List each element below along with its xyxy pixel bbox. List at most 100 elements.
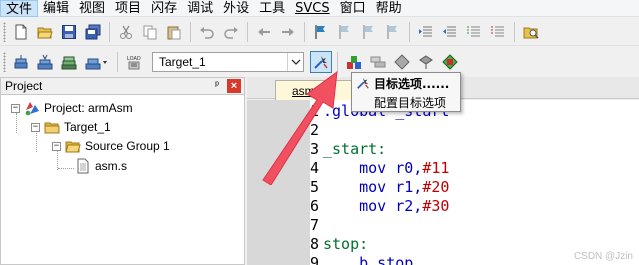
toolbar-separator (409, 21, 410, 42)
popup-item-configure-target[interactable]: 配置目标选项 (352, 93, 460, 111)
tree-item-target[interactable]: − Target_1 (31, 118, 111, 136)
collapse-expander[interactable]: − (11, 103, 20, 113)
toolbar-separator (337, 52, 338, 72)
code-text: b stop (323, 254, 413, 265)
file-toolbar (0, 18, 639, 46)
find-in-files-icon[interactable] (520, 21, 542, 43)
code-token: mov (359, 159, 387, 177)
manage-components-icon[interactable] (343, 51, 365, 73)
toolbar-separator (117, 52, 118, 72)
code-text: _start: (323, 140, 386, 159)
code-token: #30 (422, 197, 450, 215)
line-number: 7 (310, 216, 320, 234)
open-folder-icon[interactable] (34, 21, 56, 43)
collapse-expander[interactable]: − (52, 141, 61, 151)
pack-installer-icon[interactable] (415, 51, 437, 73)
undo-icon[interactable] (196, 21, 218, 43)
target-options-popup: 目标选项...... 配置目标选项 (351, 72, 461, 112)
paste-icon[interactable] (163, 21, 185, 43)
line-number: 3 (310, 140, 320, 158)
code-line[interactable]: 2 (247, 121, 639, 140)
target-label: Target_1 (64, 120, 111, 134)
redo-icon[interactable] (220, 21, 242, 43)
comment-icon[interactable] (463, 21, 485, 43)
code-token: #11 (422, 159, 450, 177)
menu-file[interactable]: 文件 (0, 0, 39, 17)
menu-edit[interactable]: 编辑 (38, 0, 74, 17)
close-icon[interactable]: × (227, 79, 241, 93)
code-line[interactable]: 6 mov r2,#30 (247, 197, 639, 216)
menu-peripherals[interactable]: 外设 (218, 0, 254, 17)
menu-bar: 文件 编辑 视图 项目 闪存 调试 外设 工具 SVCS 窗口 帮助 (0, 0, 639, 17)
bookmark-set-icon[interactable] (310, 21, 332, 43)
rebuild-icon[interactable] (58, 51, 80, 73)
project-panel-header: Project ᵖ × (1, 78, 244, 95)
bookmark-next-icon[interactable] (358, 21, 380, 43)
popup-item-label: 配置目标选项 (374, 95, 447, 110)
code-token: r2, (386, 197, 423, 215)
menu-svcs[interactable]: SVCS (290, 0, 334, 17)
line-number: 2 (310, 121, 320, 139)
batch-build-icon[interactable] (82, 51, 112, 73)
toolbar-grip[interactable] (3, 21, 6, 42)
source-group-label: Source Group 1 (85, 139, 170, 153)
bookmark-clear-icon[interactable] (382, 21, 404, 43)
popup-item-target-options[interactable]: 目标选项...... (352, 74, 460, 92)
nav-back-icon[interactable] (253, 21, 275, 43)
target-select[interactable]: Target_1 (152, 52, 304, 72)
pin-icon[interactable]: ᵖ (210, 79, 224, 93)
code-line[interactable]: 3 _start: (247, 140, 639, 159)
menu-debug[interactable]: 调试 (182, 0, 218, 17)
menu-flash[interactable]: 闪存 (146, 0, 182, 17)
line-number: 9 (310, 254, 320, 265)
line-number: 1 (310, 102, 320, 120)
target-options-icon[interactable] (310, 51, 332, 73)
nav-forward-icon[interactable] (277, 21, 299, 43)
code-token: mov (359, 197, 387, 215)
bookmark-prev-icon[interactable] (334, 21, 356, 43)
indent-icon[interactable] (415, 21, 437, 43)
code-line[interactable]: 4 mov r0,#11 (247, 159, 639, 178)
menu-window[interactable]: 窗口 (335, 0, 371, 17)
tree-item-source-group[interactable]: − Source Group 1 (52, 137, 170, 155)
toolbar-grip[interactable] (3, 52, 6, 72)
code-line[interactable]: 7 (247, 216, 639, 235)
project-panel: Project ᵖ × − Project: armAsm − Target_1… (0, 77, 245, 265)
copy-icon[interactable] (139, 21, 161, 43)
new-file-icon[interactable] (10, 21, 32, 43)
uncomment-icon[interactable] (487, 21, 509, 43)
build-toolbar: LOAD Target_1 (0, 47, 639, 77)
code-line[interactable]: 5 mov r1,#20 (247, 178, 639, 197)
folder-icon (44, 119, 60, 135)
build-icon[interactable] (34, 51, 56, 73)
translate-icon[interactable] (10, 51, 32, 73)
chevron-down-icon[interactable] (287, 53, 303, 71)
save-all-icon[interactable] (82, 21, 104, 43)
tree-line (58, 168, 74, 169)
unindent-icon[interactable] (439, 21, 461, 43)
toolbar-separator (247, 21, 248, 42)
toolbar-separator (514, 21, 515, 42)
tree-item-project[interactable]: − Project: armAsm (11, 99, 133, 117)
select-packs-icon[interactable] (391, 51, 413, 73)
menu-project[interactable]: 项目 (110, 0, 146, 17)
menu-help[interactable]: 帮助 (371, 0, 407, 17)
load-download-icon[interactable]: LOAD (123, 51, 145, 73)
target-select-value: Target_1 (159, 55, 206, 69)
menu-view[interactable]: 视图 (74, 0, 110, 17)
tab-label: asm.s (292, 83, 325, 98)
code-editor[interactable]: 1.global _start23_start:4 mov r0,#115 mo… (247, 100, 639, 265)
menu-tools[interactable]: 工具 (254, 0, 290, 17)
code-token: mov (359, 178, 387, 196)
collapse-expander[interactable]: − (31, 122, 40, 132)
cut-icon[interactable] (115, 21, 137, 43)
file-extensions-icon[interactable] (367, 51, 389, 73)
tree-item-file[interactable]: asm.s (75, 157, 127, 175)
save-icon[interactable] (58, 21, 80, 43)
run-time-environment-icon[interactable] (439, 51, 461, 73)
project-panel-title: Project (5, 79, 43, 93)
toolbar-separator (304, 21, 305, 42)
folder-icon (65, 138, 81, 154)
code-token: b stop (323, 254, 414, 265)
